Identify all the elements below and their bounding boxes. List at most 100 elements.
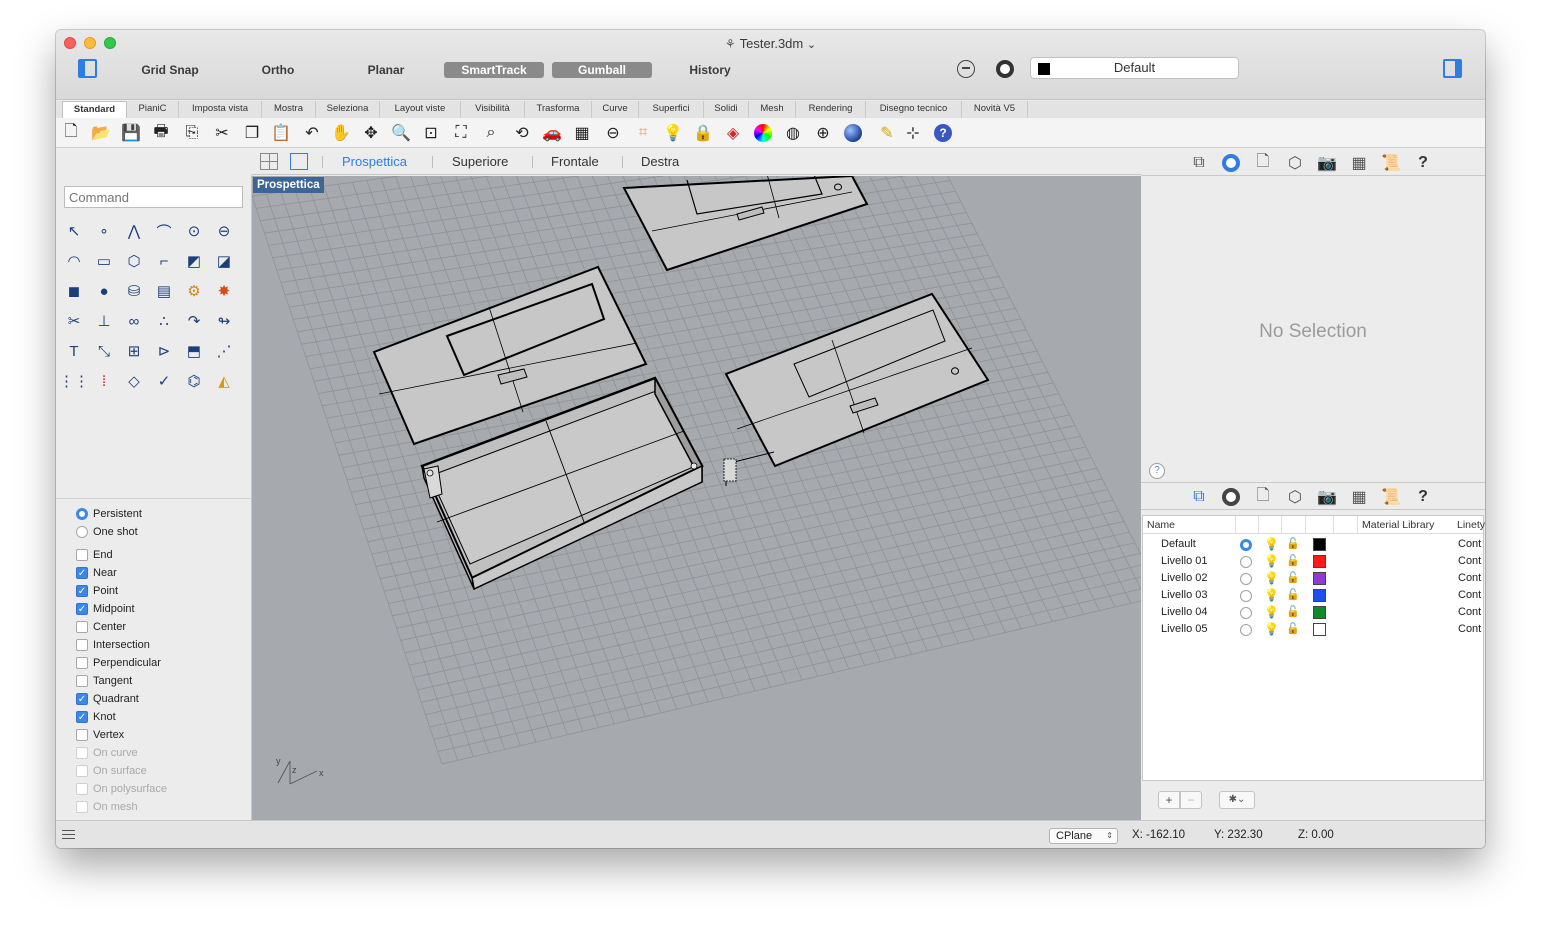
undo-icon[interactable]: ↶ (301, 122, 323, 144)
zoom-icon[interactable]: 🔍 (390, 122, 412, 144)
paste-icon[interactable]: 📋 (270, 122, 292, 144)
zoom-window-icon[interactable]: ⊡ (420, 122, 442, 144)
cut-icon[interactable]: ✂ (211, 122, 233, 144)
layer-color-swatch[interactable] (1313, 572, 1326, 585)
snap-quadrant[interactable]: ✓ Quadrant (76, 690, 139, 708)
select-arrow-icon[interactable]: ↖ (62, 219, 86, 243)
snap-end[interactable]: End (76, 546, 113, 564)
mesh-plane-icon[interactable]: ▤ (152, 279, 176, 303)
unlock-icon[interactable]: 🔓 (1286, 537, 1300, 550)
unlock-icon[interactable]: 🔓 (1286, 605, 1300, 618)
print-icon[interactable]: 🖶 (150, 122, 172, 144)
tab-disegno-tecnico[interactable]: Disegno tecnico (866, 101, 962, 118)
notes-tab-icon[interactable]: 📜 (1381, 487, 1401, 507)
tab-rendering[interactable]: Rendering (796, 101, 866, 118)
tab-curve[interactable]: Curve (592, 101, 639, 118)
display-tab-icon[interactable] (1221, 487, 1241, 507)
pan-hand-icon[interactable]: ✋ (330, 122, 352, 144)
flow-along-icon[interactable]: ◇ (122, 369, 146, 393)
checkbox[interactable] (76, 675, 88, 687)
properties-icon[interactable]: ⊖ (602, 122, 624, 144)
help-icon[interactable]: ? (932, 122, 954, 144)
checkbox[interactable] (76, 621, 88, 633)
tab-visibilita[interactable]: Visibilità (461, 101, 525, 118)
render-sphere-icon[interactable] (842, 122, 864, 144)
snap-intersection[interactable]: Intersection (76, 636, 150, 654)
pen-icon[interactable]: ✎ (876, 122, 898, 144)
cylinder-solid-icon[interactable]: ⛁ (122, 279, 146, 303)
document-tab-icon[interactable]: 🗋 (1253, 153, 1273, 173)
ortho-button[interactable]: Ortho (238, 62, 318, 78)
layer-color-swatch[interactable] (1313, 555, 1326, 568)
dimension-linear-icon[interactable]: ⤡ (92, 339, 116, 363)
col-material-library[interactable]: Material Library (1362, 519, 1434, 531)
snap-point[interactable]: ✓ Point (76, 582, 118, 600)
tab-solidi[interactable]: Solidi (704, 101, 749, 118)
split-icon[interactable]: ⊥ (92, 309, 116, 333)
notes-tab-icon[interactable]: 📜 (1381, 153, 1401, 173)
checkbox[interactable] (76, 639, 88, 651)
single-view-layout-icon[interactable] (290, 153, 308, 170)
grid-view-icon[interactable]: ▦ (571, 122, 593, 144)
tab-superiore[interactable]: Superiore (452, 154, 508, 169)
check-icon[interactable]: ✓ (152, 369, 176, 393)
bulb-icon[interactable]: 💡 (1264, 537, 1279, 551)
zoom-extents-icon[interactable]: ⛶ (450, 122, 472, 144)
tab-pianic[interactable]: PianiC (127, 101, 179, 118)
polygon-icon[interactable]: ⬡ (122, 249, 146, 273)
cplane-select[interactable]: CPlane ⇕ (1049, 828, 1118, 844)
persistent-option[interactable]: Persistent (76, 505, 142, 523)
object-tab-icon[interactable]: ⬡ (1285, 153, 1305, 173)
radio-one-shot[interactable] (76, 526, 88, 538)
tab-mesh[interactable]: Mesh (749, 101, 796, 118)
layer-row[interactable]: Livello 01 💡 🔓 Cont (1143, 553, 1483, 570)
snap-tangent[interactable]: Tangent (76, 672, 132, 690)
layers-tab-icon[interactable]: ⧉ (1189, 153, 1209, 173)
color-wheel-icon[interactable] (752, 122, 774, 144)
checkbox[interactable] (76, 549, 88, 561)
sphere-solid-icon[interactable]: ● (92, 279, 116, 303)
zoom-selected-icon[interactable]: ⌕ (480, 122, 502, 144)
object-tab-icon[interactable]: ⬡ (1285, 487, 1305, 507)
display-mode-icon[interactable] (996, 60, 1014, 78)
tab-layout-viste[interactable]: Layout viste (380, 101, 461, 118)
osnap-filter-icon[interactable] (957, 60, 975, 78)
block-icon[interactable]: ⊳ (152, 339, 176, 363)
bulb-icon[interactable]: 💡 (1264, 622, 1279, 636)
dimension-icon[interactable]: ⊹ (902, 122, 924, 144)
checkbox[interactable] (76, 657, 88, 669)
command-input[interactable] (64, 186, 243, 208)
snap-center[interactable]: Center (76, 618, 126, 636)
layer-options-gear-button[interactable]: ✱⌄ (1219, 791, 1255, 809)
tab-superfici[interactable]: Superfici (639, 101, 704, 118)
bulb-icon[interactable]: 💡 (1264, 554, 1279, 568)
properties-help-button[interactable]: ? (1149, 463, 1165, 479)
checkbox[interactable]: ✓ (76, 567, 88, 579)
layer-color-swatch[interactable] (1313, 538, 1326, 551)
col-linetype[interactable]: Linetype (1457, 519, 1485, 531)
layer-row[interactable]: Default 💡 🔓 Cont (1143, 536, 1483, 553)
snap-near[interactable]: ✓ Near (76, 564, 117, 582)
boolean-difference-icon[interactable]: ∴ (152, 309, 176, 333)
current-layer-radio[interactable] (1240, 539, 1252, 551)
history-button[interactable]: History (670, 62, 750, 78)
command-history-icon[interactable] (62, 830, 75, 839)
smarttrack-button[interactable]: SmartTrack (444, 62, 544, 78)
move-view-icon[interactable]: ✥ (360, 122, 382, 144)
current-layer-select[interactable]: Default (1030, 57, 1239, 79)
tab-mostra[interactable]: Mostra (262, 101, 316, 118)
new-file-icon[interactable]: 🗋 (60, 122, 82, 144)
save-icon[interactable]: 💾 (120, 122, 142, 144)
layer-color-swatch[interactable] (1313, 589, 1326, 602)
export-icon[interactable]: ⎘ (181, 122, 203, 144)
copy-icon[interactable]: ❐ (241, 122, 263, 144)
perspective-viewport[interactable]: y z x Prospettica (252, 176, 1141, 820)
tab-imposta-vista[interactable]: Imposta vista (179, 101, 262, 118)
layer-icon[interactable]: ◈ (722, 122, 744, 144)
one-shot-option[interactable]: One shot (76, 523, 138, 541)
extend-curve-icon[interactable]: ↬ (212, 309, 236, 333)
rotate-view-icon[interactable]: ⟲ (511, 122, 533, 144)
add-layer-button[interactable]: + (1158, 791, 1180, 809)
car-icon[interactable]: 🚗 (541, 122, 563, 144)
tab-standard[interactable]: Standard (62, 101, 127, 118)
